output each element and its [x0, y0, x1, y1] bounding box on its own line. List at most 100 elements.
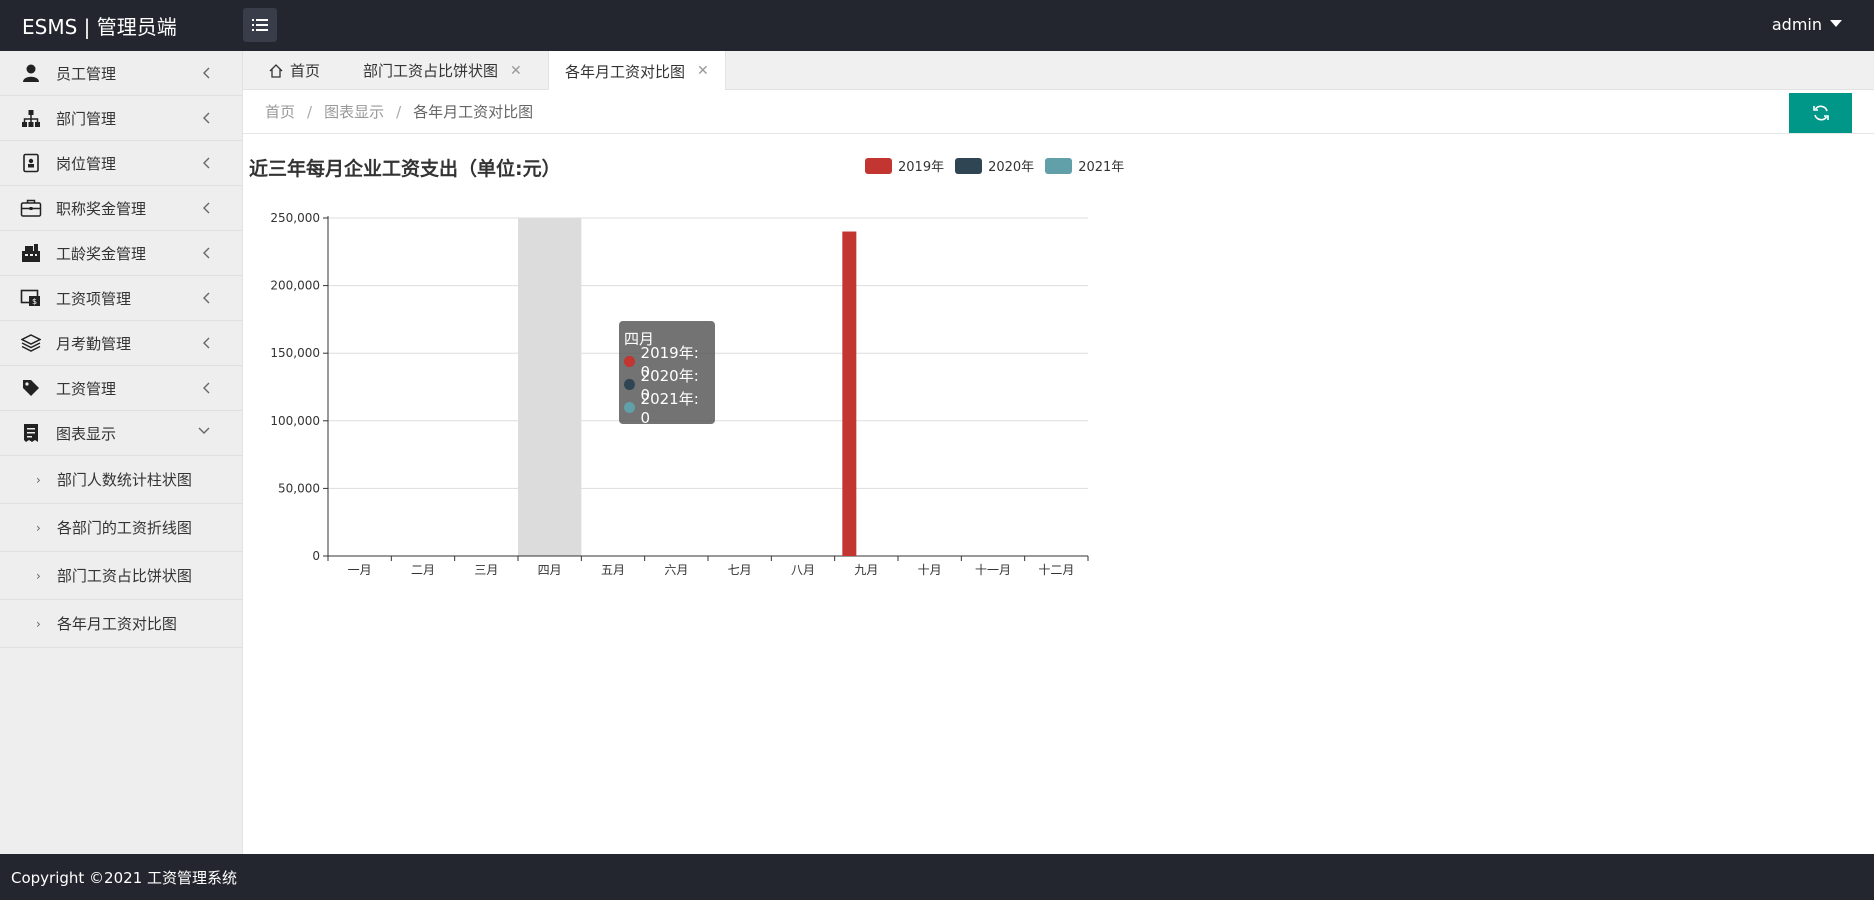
x-tick-label: 一月 [348, 563, 372, 577]
series-dot [624, 356, 635, 367]
sidebar-item-label: 工资管理 [56, 379, 117, 398]
chevron-right-icon: › [36, 520, 41, 535]
x-tick-label: 九月 [854, 563, 878, 577]
app-title: ESMS | 管理员端 [22, 15, 177, 39]
sidebar-item-attendance[interactable]: 月考勤管理 [0, 321, 242, 366]
breadcrumb-section[interactable]: 图表显示 [324, 103, 384, 121]
sidebar-subitem-label: 部门人数统计柱状图 [56, 471, 192, 489]
legend-label: 2019年 [898, 160, 945, 175]
legend-item-2021[interactable]: 2021年 [1045, 156, 1124, 175]
tab-label: 部门工资占比饼状图 [363, 62, 499, 80]
chevron-left-icon [203, 67, 210, 79]
legend-label: 2020年 [988, 160, 1035, 175]
sidebar-subitem-dept-headcount[interactable]: › 部门人数统计柱状图 [0, 456, 242, 504]
sidebar: 员工管理 部门管理 岗位管理 职称奖金管理 工龄奖金管理 $ 工资项管理 月考勤… [0, 51, 243, 854]
breadcrumb-separator: / [396, 103, 402, 121]
chevron-right-icon: › [36, 568, 41, 583]
chevron-left-icon [203, 337, 210, 349]
series-dot [624, 379, 635, 390]
footer: Copyright ©2021 工资管理系统 [0, 854, 1874, 900]
y-tick-label: 250,000 [270, 211, 320, 225]
tab-home[interactable]: 首页 [268, 51, 320, 90]
copyright-text: Copyright ©2021 工资管理系统 [11, 869, 238, 887]
tab-yearly-comparison[interactable]: 各年月工资对比图 ✕ [548, 51, 726, 91]
layers-icon [20, 332, 42, 354]
menu-toggle-button[interactable] [243, 8, 277, 42]
sidebar-subitem-dept-salary-line[interactable]: › 各部门的工资折线图 [0, 504, 242, 552]
chevron-right-icon: › [36, 472, 41, 487]
sidebar-item-seniority-bonus[interactable]: 工龄奖金管理 [0, 231, 242, 276]
chevron-left-icon [203, 292, 210, 304]
breadcrumb: 首页 / 图表显示 / 各年月工资对比图 [265, 101, 533, 122]
sidebar-item-departments[interactable]: 部门管理 [0, 96, 242, 141]
id-card-icon [20, 152, 42, 174]
refresh-icon [1812, 105, 1829, 121]
home-icon [269, 63, 283, 78]
bar [842, 231, 857, 556]
sidebar-subitem-label: 各年月工资对比图 [56, 615, 177, 633]
tab-dept-salary-pie[interactable]: 部门工资占比饼状图 ✕ [363, 51, 522, 90]
briefcase-icon [20, 197, 42, 219]
sidebar-item-salary-items[interactable]: $ 工资项管理 [0, 276, 242, 321]
chevron-down-icon [198, 427, 210, 434]
legend-item-2019[interactable]: 2019年 [865, 156, 944, 175]
close-icon[interactable]: ✕ [697, 63, 709, 79]
sidebar-item-label: 岗位管理 [56, 154, 117, 173]
legend-label: 2021年 [1078, 160, 1125, 175]
register-icon [20, 242, 42, 264]
sidebar-item-label: 图表显示 [56, 424, 117, 443]
x-tick-label: 四月 [538, 563, 562, 577]
sidebar-item-title-bonus[interactable]: 职称奖金管理 [0, 186, 242, 231]
breadcrumb-bar: 首页 / 图表显示 / 各年月工资对比图 [243, 90, 1874, 134]
y-tick-label: 100,000 [270, 414, 320, 428]
tooltip-row: 2021年: 0 [624, 390, 710, 427]
legend-swatch [1045, 157, 1073, 174]
sidebar-subitem-label: 各部门的工资折线图 [56, 519, 192, 537]
money-screen-icon: $ [20, 287, 42, 309]
chevron-left-icon [203, 112, 210, 124]
sidebar-item-charts[interactable]: 图表显示 [0, 411, 242, 456]
hamburger-icon [252, 19, 268, 31]
chevron-left-icon [203, 247, 210, 259]
sidebar-item-employees[interactable]: 员工管理 [0, 51, 242, 96]
tab-bar: 首页 部门工资占比饼状图 ✕ 各年月工资对比图 ✕ [243, 51, 1874, 91]
chevron-right-icon: › [36, 616, 41, 631]
sidebar-item-label: 月考勤管理 [56, 334, 132, 353]
x-tick-label: 十月 [918, 563, 942, 577]
legend-swatch [865, 157, 892, 174]
breadcrumb-separator: / [307, 103, 313, 121]
sidebar-item-positions[interactable]: 岗位管理 [0, 141, 242, 186]
x-tick-label: 八月 [791, 563, 815, 577]
y-tick-label: 50,000 [278, 481, 320, 495]
chart-legend: 2019年 2020年 2021年 [865, 156, 1135, 175]
sidebar-subitem-dept-salary-pie[interactable]: › 部门工资占比饼状图 [0, 552, 242, 600]
sidebar-item-label: 职称奖金管理 [56, 199, 147, 218]
chevron-left-icon [203, 157, 210, 169]
x-tick-label: 十一月 [975, 563, 1011, 577]
x-tick-label: 二月 [411, 563, 435, 577]
series-dot [624, 402, 635, 413]
receipt-icon [20, 422, 42, 444]
y-tick-label: 150,000 [270, 346, 320, 360]
refresh-button[interactable] [1789, 93, 1852, 133]
y-tick-label: 200,000 [270, 279, 320, 293]
breadcrumb-home[interactable]: 首页 [265, 103, 295, 121]
user-menu[interactable]: admin [1772, 15, 1842, 34]
sitemap-icon [20, 107, 42, 129]
chart-tooltip: 四月 2019年: 0 2020年: 0 2021年: 0 [619, 321, 715, 427]
tab-label: 各年月工资对比图 [565, 62, 686, 81]
svg-text:$: $ [32, 297, 37, 306]
sidebar-subitem-label: 部门工资占比饼状图 [56, 567, 192, 585]
tab-label: 首页 [290, 62, 321, 80]
axis-pointer-shadow [518, 218, 582, 556]
legend-item-2020[interactable]: 2020年 [955, 156, 1034, 175]
x-tick-label: 三月 [474, 563, 498, 577]
sidebar-subitem-yearly-comparison[interactable]: › 各年月工资对比图 [0, 600, 242, 648]
user-icon [20, 62, 42, 84]
bar-chart: 0 50,000 100,000 150,000 200,000 250,000 一月 二月 三… [270, 211, 1089, 577]
x-tick-label: 十二月 [1038, 563, 1074, 577]
x-tick-label: 六月 [664, 563, 688, 577]
close-icon[interactable]: ✕ [510, 63, 522, 79]
y-tick-label: 0 [312, 549, 320, 563]
sidebar-item-salary[interactable]: 工资管理 [0, 366, 242, 411]
